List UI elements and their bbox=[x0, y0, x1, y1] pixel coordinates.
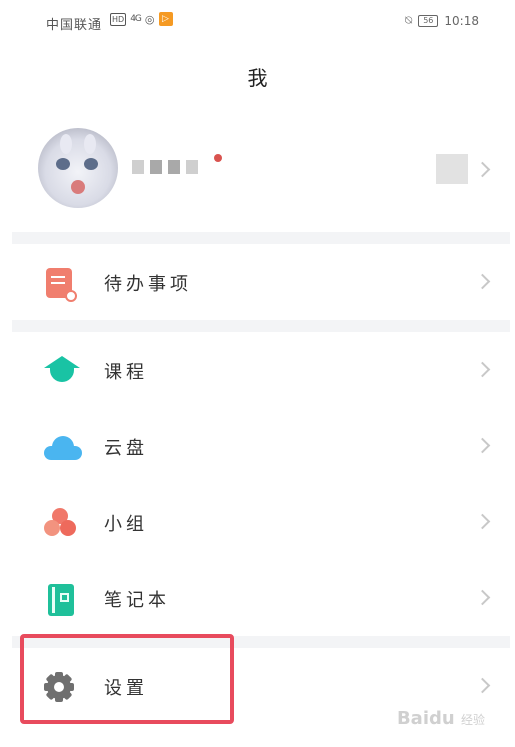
blur-block bbox=[132, 160, 144, 174]
avatar[interactable] bbox=[38, 128, 118, 208]
menu-item-label: 待办事项 bbox=[104, 274, 192, 295]
blurred-username bbox=[132, 160, 198, 174]
avatar-ear bbox=[60, 134, 72, 154]
blur-block bbox=[168, 160, 180, 174]
blur-block bbox=[150, 160, 162, 174]
blur-block bbox=[186, 160, 198, 174]
cloud-shape bbox=[52, 436, 74, 458]
menu-item-label: 笔记本 bbox=[104, 590, 170, 611]
notebook-icon bbox=[48, 584, 74, 616]
hd-icon: HD bbox=[110, 12, 127, 26]
settings-highlight-box bbox=[20, 634, 234, 724]
avatar-eye bbox=[56, 158, 70, 170]
chevron-right-icon bbox=[474, 513, 491, 530]
menu-item-label: 云盘 bbox=[104, 438, 148, 459]
group-dot bbox=[44, 520, 60, 536]
chevron-right-icon bbox=[474, 677, 491, 694]
chevron-right-icon bbox=[474, 437, 491, 454]
blurred-qr-code bbox=[436, 154, 468, 184]
watermark-sub: 经验 bbox=[460, 713, 485, 727]
menu-item-group[interactable]: 小组 bbox=[12, 484, 510, 560]
group-dot bbox=[60, 520, 76, 536]
watermark-brand: Baidu bbox=[396, 708, 455, 729]
mute-icon: ⍉ bbox=[405, 13, 413, 27]
status-icons-right: ⍉ 56 10:18 bbox=[405, 13, 479, 28]
status-icons-left: HD 4G ◎ ▷ bbox=[110, 12, 173, 26]
avatar-mouth bbox=[71, 180, 85, 194]
section-divider bbox=[12, 232, 510, 244]
chevron-right-icon bbox=[474, 161, 491, 178]
avatar-eye bbox=[84, 158, 98, 170]
battery-icon: 56 bbox=[418, 14, 439, 27]
cloud-icon bbox=[44, 436, 82, 460]
profile-card[interactable] bbox=[12, 108, 510, 232]
menu-item-label: 小组 bbox=[104, 514, 148, 535]
section-divider bbox=[12, 320, 510, 332]
status-time: 10:18 bbox=[444, 13, 479, 28]
menu-item-todo[interactable]: 待办事项 bbox=[12, 244, 510, 320]
menu-item-label: 课程 bbox=[104, 362, 148, 383]
status-bar: 中国联通 HD 4G ◎ ▷ ⍉ 56 10:18 bbox=[0, 0, 515, 44]
group-icon bbox=[44, 508, 76, 540]
app-notification-icon: ▷ bbox=[158, 12, 173, 26]
chevron-right-icon bbox=[474, 361, 491, 378]
carrier-name: 中国联通 bbox=[46, 18, 103, 33]
avatar-ear bbox=[84, 134, 96, 154]
lollipop-icon bbox=[214, 154, 222, 162]
baidu-watermark: Baidu 经验 bbox=[397, 708, 485, 729]
signal-icon: 4G bbox=[130, 14, 142, 24]
chevron-right-icon bbox=[474, 273, 491, 290]
menu-item-notebook[interactable]: 笔记本 bbox=[12, 560, 510, 636]
wifi-icon: ◎ bbox=[144, 12, 155, 26]
menu-item-cloud-disk[interactable]: 云盘 bbox=[12, 408, 510, 484]
graduation-cap-icon bbox=[44, 356, 80, 386]
todo-icon bbox=[46, 268, 77, 302]
chevron-right-icon bbox=[474, 589, 491, 606]
page-title: 我 bbox=[247, 66, 268, 90]
menu-item-course[interactable]: 课程 bbox=[12, 332, 510, 408]
